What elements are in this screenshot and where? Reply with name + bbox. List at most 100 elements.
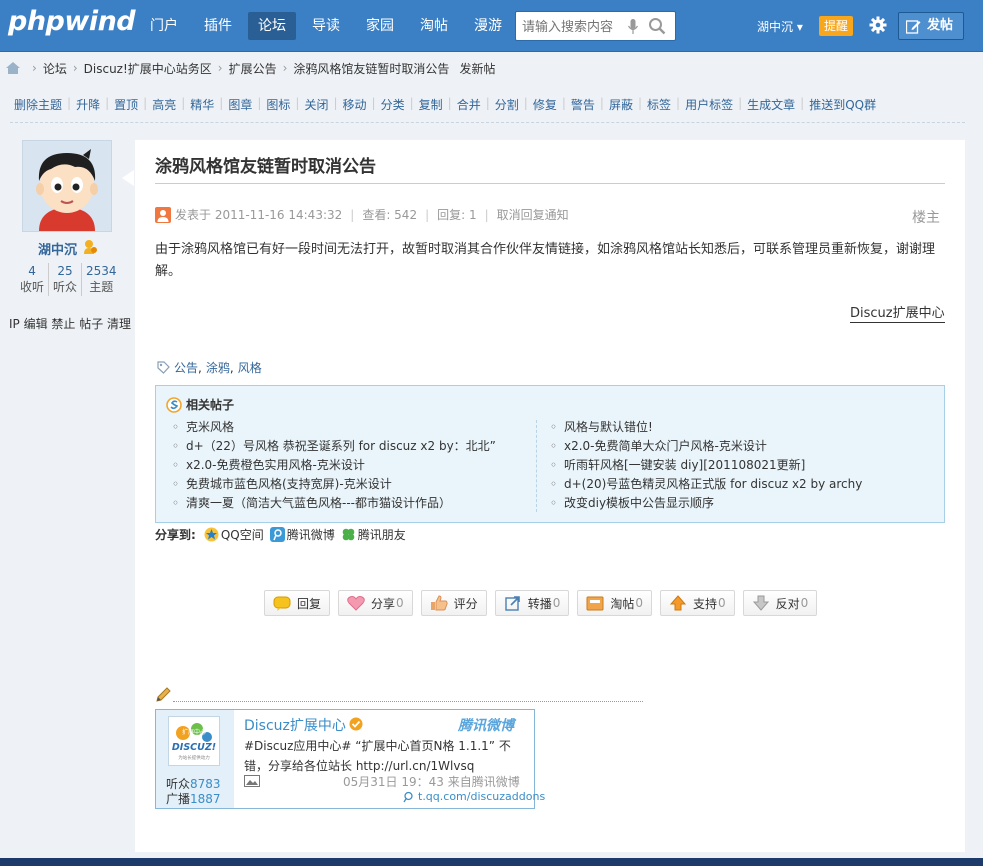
tag-link[interactable]: 风格 [238, 359, 262, 376]
edit-icon [906, 20, 921, 34]
post-card: 涂鸦风格馆友链暂时取消公告 发表于 2011-11-16 14:43:32 | … [135, 140, 965, 852]
tool-push-qq-group[interactable]: 推送到QQ群 [809, 96, 876, 113]
list-item[interactable]: 风格与默认错位! [548, 418, 938, 437]
weibo-broadcasts[interactable]: 广播1887 [166, 790, 221, 807]
tool-warn[interactable]: 警告 [571, 96, 595, 113]
divider [10, 122, 965, 123]
tool-category[interactable]: 分类 [381, 96, 405, 113]
share-tencent-friends[interactable]: 腾讯朋友 [341, 526, 406, 543]
stat-threads[interactable]: 2534 主题 [82, 263, 121, 296]
speech-bubble-icon [273, 596, 291, 611]
source-link[interactable]: Discuz扩展中心 [850, 306, 945, 323]
tool-digest[interactable]: 精华 [190, 96, 214, 113]
search-input[interactable] [522, 18, 622, 36]
tool-generate-article[interactable]: 生成文章 [747, 96, 795, 113]
tool-split[interactable]: 分割 [495, 96, 519, 113]
share-qzone[interactable]: QQ空间 [204, 526, 264, 543]
collect-button[interactable]: 淘帖 0 [577, 590, 652, 616]
oppose-button[interactable]: 反对 0 [742, 590, 818, 616]
search-icon[interactable] [648, 17, 666, 35]
weibo-logo-icon [403, 791, 413, 802]
rate-button[interactable]: 评分 [420, 590, 487, 616]
share-button[interactable]: 分享 0 [338, 590, 413, 616]
weibo-profile: 扩展中心 DISCUZ! 为站长提供动力 听众8783 广播1887 [156, 710, 234, 808]
breadcrumb-forum[interactable]: 论坛 [43, 60, 67, 77]
divider [155, 183, 945, 184]
nav-item-portal[interactable]: 门户 [140, 12, 188, 40]
microphone-icon[interactable] [628, 19, 638, 35]
list-item[interactable]: 免费城市蓝色风格(支持宽屏)-克米设计 [170, 475, 535, 494]
share-label: 分享到: [155, 528, 196, 542]
svg-text:DISCUZ!: DISCUZ! [172, 742, 216, 753]
nav-item-plugins[interactable]: 插件 [194, 12, 242, 40]
nav-item-collection[interactable]: 淘帖 [410, 12, 458, 40]
tool-merge[interactable]: 合并 [457, 96, 481, 113]
weibo-account-name[interactable]: Discuz扩展中心 [244, 715, 346, 735]
list-item[interactable]: x2.0-免费简单大众门户风格-克米设计 [548, 437, 938, 456]
tag-link[interactable]: 公告 [174, 359, 198, 376]
tag-link[interactable]: 涂鸦 [206, 359, 230, 376]
arrow-up-icon [669, 595, 687, 611]
user-menu[interactable]: 湖中沉 ▾ [757, 18, 803, 35]
tool-close[interactable]: 关闭 [304, 96, 328, 113]
breadcrumb-section[interactable]: Discuz!扩展中心站务区 [84, 60, 212, 77]
gear-icon[interactable] [869, 16, 887, 34]
related-icon [166, 396, 182, 413]
weibo-timestamp: 05月31日 19：43 来自腾讯微博 [343, 775, 520, 789]
home-icon[interactable] [6, 62, 20, 74]
forward-button[interactable]: 转播 0 [494, 590, 570, 616]
tool-ban[interactable]: 屏蔽 [609, 96, 633, 113]
breadcrumb-board[interactable]: 扩展公告 [229, 60, 277, 77]
tool-tags[interactable]: 标签 [647, 96, 671, 113]
breadcrumb-thread[interactable]: 涂鸦风格馆友链暂时取消公告 [293, 60, 449, 77]
tool-sticky[interactable]: 置顶 [114, 96, 138, 113]
admin-links[interactable]: IP 编辑 禁止 帖子 清理 [9, 315, 131, 332]
top-header: phpwind 门户 插件 论坛 导读 家园 淘帖 漫游 湖中沉 ▾ 提醒 发帖 [0, 0, 983, 52]
stat-following[interactable]: 4 收听 [16, 263, 50, 296]
stat-followers[interactable]: 25 听众 [49, 263, 83, 296]
nav-item-guide[interactable]: 导读 [302, 12, 350, 40]
tool-highlight[interactable]: 高亮 [152, 96, 176, 113]
share-tencent-weibo[interactable]: 腾讯微博 [269, 526, 335, 543]
image-icon[interactable] [244, 775, 260, 787]
nav-item-home[interactable]: 家园 [356, 12, 404, 40]
nav-item-forum[interactable]: 论坛 [248, 12, 296, 40]
avatar-pointer [122, 170, 134, 186]
list-item[interactable]: 听雨轩风格[一键安装 diy][201108021更新] [548, 456, 938, 475]
breadcrumb-new-post[interactable]: 发新帖 [459, 60, 495, 77]
list-item[interactable]: 清爽一夏（简洁大气蓝色风格---都市猫设计作品） [170, 494, 535, 513]
tool-repair[interactable]: 修复 [533, 96, 557, 113]
inbox-icon [586, 596, 604, 611]
list-item[interactable]: 改变diy模板中公告显示顺序 [548, 494, 938, 513]
tool-user-tags[interactable]: 用户标签 [685, 96, 733, 113]
reply-button[interactable]: 回复 [264, 590, 331, 616]
tool-delete-thread[interactable]: 删除主题 [14, 96, 62, 113]
weibo-message: #Discuz应用中心# “扩展中心首页N格 1.1.1” 不错，分享给各位站长… [244, 739, 511, 773]
divider [536, 420, 537, 512]
tool-icon[interactable]: 图标 [266, 96, 290, 113]
tool-move[interactable]: 移动 [343, 96, 367, 113]
post-replies: 回复: 1 [437, 208, 477, 222]
list-item[interactable]: d+(20)号蓝色精灵风格正式版 for discuz x2 by archy [548, 475, 938, 494]
list-item[interactable]: d+（22）号风格 恭祝圣诞系列 for discuz x2 by：北北” [170, 437, 535, 456]
new-post-button[interactable]: 发帖 [898, 12, 964, 40]
avatar[interactable] [22, 140, 112, 232]
support-button[interactable]: 支持 0 [660, 590, 735, 616]
weibo-url[interactable]: t.qq.com/discuzaddons [402, 790, 545, 803]
related-header: 相关帖子 [166, 396, 234, 413]
notification-badge[interactable]: 提醒 [819, 16, 854, 36]
weibo-avatar[interactable]: 扩展中心 DISCUZ! 为站长提供动力 [168, 716, 220, 766]
nav-item-roam[interactable]: 漫游 [464, 12, 512, 40]
tool-stamp[interactable]: 图章 [228, 96, 252, 113]
list-item[interactable]: 克米风格 [170, 418, 535, 437]
tool-bump[interactable]: 升降 [76, 96, 100, 113]
list-item[interactable]: x2.0-免费橙色实用风格-克米设计 [170, 456, 535, 475]
site-logo[interactable]: phpwind [8, 6, 136, 37]
qzone-icon [204, 527, 219, 542]
weibo-signature: 扩展中心 DISCUZ! 为站长提供动力 听众8783 广播1887 Discu… [155, 709, 545, 809]
author-name[interactable]: 湖中沉 [38, 239, 77, 258]
cancel-notify-link[interactable]: 取消回复通知 [497, 206, 569, 223]
tool-copy[interactable]: 复制 [419, 96, 443, 113]
verified-icon [349, 717, 363, 731]
chevron-down-icon: ▾ [796, 20, 803, 34]
